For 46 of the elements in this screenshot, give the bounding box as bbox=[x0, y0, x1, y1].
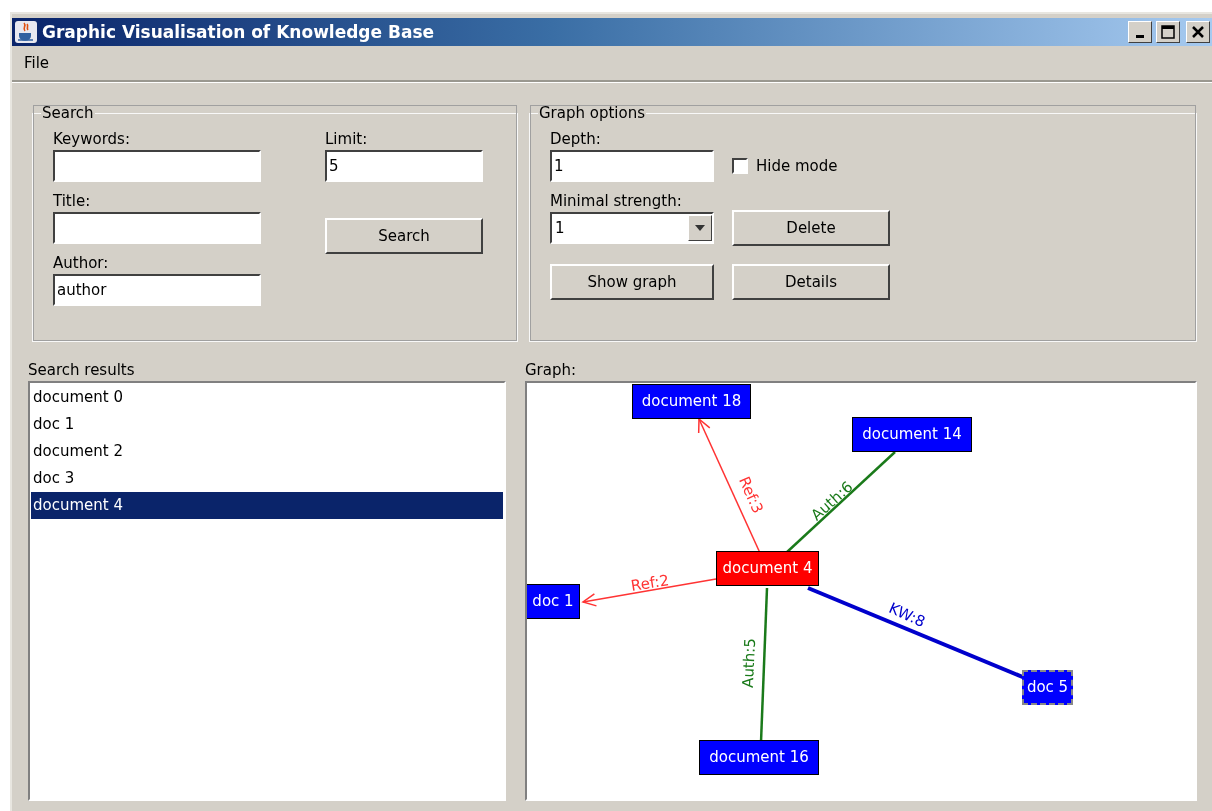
text-field[interactable]: 5 bbox=[325, 150, 483, 182]
close-button[interactable] bbox=[1186, 21, 1210, 43]
text-field[interactable]: 1 bbox=[550, 150, 714, 182]
field-label: Keywords: bbox=[53, 129, 131, 150]
text-field[interactable] bbox=[53, 150, 261, 182]
maximize-icon bbox=[1161, 25, 1175, 39]
show-graph-button[interactable]: Show graph bbox=[550, 264, 714, 300]
field-label: Depth: bbox=[550, 129, 602, 150]
window-title: Graphic Visualisation of Knowledge Base bbox=[42, 22, 436, 42]
close-icon bbox=[1191, 25, 1205, 39]
list-item[interactable]: doc 3 bbox=[31, 464, 503, 492]
java-cup-icon bbox=[14, 20, 38, 44]
group-title: Search bbox=[41, 104, 95, 122]
graph-node[interactable]: document 4 bbox=[716, 550, 819, 586]
menu-item[interactable]: File bbox=[20, 54, 54, 72]
list-item[interactable]: document 4 bbox=[31, 491, 503, 519]
list-item[interactable]: doc 1 bbox=[31, 410, 503, 438]
maximize-button[interactable] bbox=[1156, 21, 1180, 43]
edge-label: Ref:3 bbox=[735, 473, 767, 516]
delete-button[interactable]: Delete bbox=[732, 210, 890, 246]
list-item[interactable]: document 0 bbox=[31, 383, 503, 411]
hide-mode-checkbox[interactable]: Hide mode bbox=[732, 150, 838, 182]
details-button[interactable]: Details bbox=[732, 264, 890, 300]
minimize-icon bbox=[1136, 34, 1144, 38]
section-label: Graph: bbox=[525, 359, 578, 381]
field-label: Limit: bbox=[325, 129, 369, 150]
group-title: Graph options bbox=[538, 104, 647, 122]
list-item[interactable]: document 2 bbox=[31, 437, 503, 465]
edge-label: Ref:2 bbox=[629, 570, 671, 595]
edge-label: KW:8 bbox=[886, 598, 928, 631]
field-label: Author: bbox=[53, 253, 110, 274]
graph-node[interactable]: document 14 bbox=[852, 416, 972, 452]
search-button[interactable]: Search bbox=[325, 218, 483, 254]
field-label: Title: bbox=[53, 191, 92, 212]
text-field[interactable] bbox=[53, 212, 261, 244]
text-field[interactable]: author bbox=[53, 274, 261, 306]
field-label: Minimal strength: bbox=[550, 191, 683, 212]
section-label: Search results bbox=[28, 359, 136, 381]
dropdown-arrow-icon bbox=[695, 225, 705, 231]
minimize-button[interactable] bbox=[1128, 21, 1152, 43]
graph-node[interactable]: document 18 bbox=[632, 383, 751, 419]
edge-label: Auth:5 bbox=[738, 637, 760, 688]
strength-dropdown[interactable]: 1 bbox=[550, 212, 714, 244]
graph-node[interactable]: doc 1 bbox=[527, 583, 580, 619]
graph-node[interactable]: document 16 bbox=[699, 739, 819, 775]
graph-node[interactable]: doc 5 bbox=[1022, 669, 1073, 705]
